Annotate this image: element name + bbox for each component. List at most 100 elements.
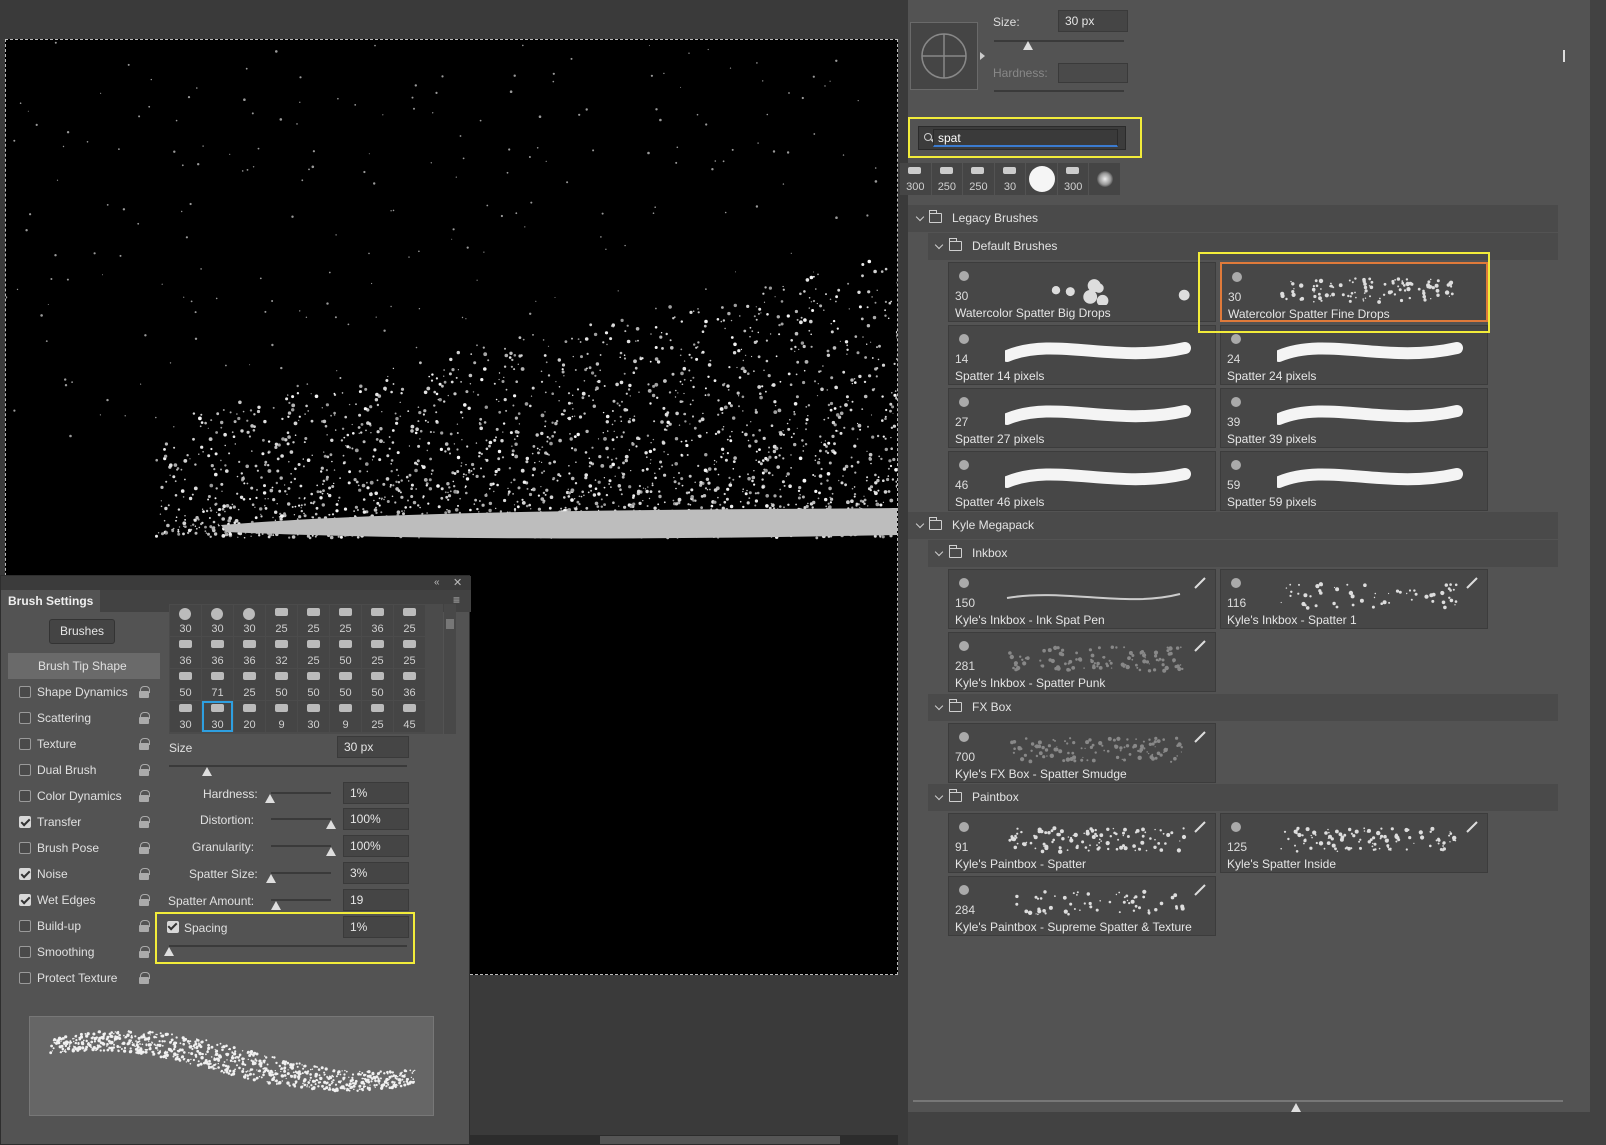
brush-tip[interactable]: 30 [298,701,329,732]
tip-grid-scrollbar[interactable] [444,604,456,734]
option-checkbox[interactable] [19,790,31,802]
brush-tip[interactable]: 50 [362,669,393,700]
option-dual-brush[interactable]: Dual Brush [8,757,160,783]
distortion-slider-thumb[interactable] [326,820,336,829]
brush-tip[interactable]: 25 [266,605,297,636]
lock-icon[interactable] [139,790,150,802]
brush-tip[interactable]: 25 [330,605,361,636]
brush-card[interactable]: 24 Spatter 24 pixels [1220,325,1488,385]
size-slider-track[interactable] [994,40,1124,42]
brush-tip[interactable]: 50 [330,669,361,700]
group-inkbox[interactable]: Inkbox [928,540,1558,567]
brush-card[interactable]: 284 Kyle's Paintbox - Supreme Spatter & T… [948,876,1216,936]
brush-card[interactable]: 30 Watercolor Spatter Big Drops [948,262,1216,322]
spatter-amount-field[interactable]: 19 [343,889,409,911]
brush-card[interactable]: 150 Kyle's Inkbox - Ink Spat Pen [948,569,1216,629]
brush-card[interactable]: 116 Kyle's Inkbox - Spatter 1 [1220,569,1488,629]
brush-tip[interactable]: 25 [234,669,265,700]
option-color-dynamics[interactable]: Color Dynamics [8,783,160,809]
spacing-field[interactable]: 1% [343,916,409,938]
option-protect-texture[interactable]: Protect Texture [8,965,160,991]
distortion-slider-track[interactable] [271,818,331,820]
group-fx-box[interactable]: FX Box [928,694,1558,721]
scrollbar-thumb[interactable] [600,1136,840,1144]
size-field[interactable]: 30 px [1058,10,1128,32]
brush-tip[interactable]: 25 [394,605,425,636]
group-paintbox[interactable]: Paintbox [928,784,1558,811]
recent-brush[interactable]: 30 [994,163,1026,195]
lock-icon[interactable] [139,894,150,906]
spatter-size-field[interactable]: 3% [343,862,409,884]
option-checkbox[interactable] [19,842,31,854]
brush-tip[interactable]: 32 [266,637,297,668]
option-scattering[interactable]: Scattering [8,705,160,731]
granularity-slider-thumb[interactable] [326,847,336,856]
brush-card[interactable]: 27 Spatter 27 pixels [948,388,1216,448]
brush-card[interactable]: 14 Spatter 14 pixels [948,325,1216,385]
brush-tip[interactable]: 45 [394,701,425,732]
brush-tip[interactable]: 25 [362,637,393,668]
option-checkbox[interactable] [19,972,31,984]
option-build-up[interactable]: Build-up [8,913,160,939]
brush-tip[interactable]: 30 [170,701,201,732]
lock-icon[interactable] [139,816,150,828]
brush-tip[interactable]: 36 [202,637,233,668]
option-brush-pose[interactable]: Brush Pose [8,835,160,861]
brush-tip[interactable]: 36 [170,637,201,668]
recent-brush[interactable]: 250 [931,163,963,195]
scrollbar-thumb[interactable] [446,619,454,629]
recent-brush[interactable]: 300 [900,163,931,195]
spacing-slider-track[interactable] [169,945,407,947]
brushes-button[interactable]: Brushes [49,619,115,644]
thumbnail-size-slider-track[interactable] [913,1100,1563,1102]
brush-card[interactable]: 91 Kyle's Paintbox - Spatter [948,813,1216,873]
lock-icon[interactable] [139,712,150,724]
brush-tip[interactable]: 30 [202,701,233,732]
granularity-field[interactable]: 100% [343,835,409,857]
brush-card[interactable]: 59 Spatter 59 pixels [1220,451,1488,511]
option-checkbox[interactable] [19,764,31,776]
brush-card[interactable]: 281 Kyle's Inkbox - Spatter Punk [948,632,1216,692]
brush-tip[interactable]: 50 [170,669,201,700]
option-checkbox[interactable] [19,946,31,958]
lock-icon[interactable] [139,868,150,880]
hardness-field[interactable]: 1% [343,782,409,804]
tab-brush-settings[interactable]: Brush Settings [1,590,101,612]
option-checkbox[interactable] [19,920,31,932]
brush-tip[interactable]: 36 [394,669,425,700]
recent-brush[interactable] [1026,163,1057,195]
brush-tip[interactable]: 9 [266,701,297,732]
lock-icon[interactable] [139,972,150,984]
brush-tip[interactable]: 50 [330,637,361,668]
option-shape-dynamics[interactable]: Shape Dynamics [8,679,160,705]
recent-brush[interactable] [1089,163,1121,195]
brush-tip-preview[interactable] [910,22,978,90]
option-transfer[interactable]: Transfer [8,809,160,835]
brush-tip[interactable]: 71 [202,669,233,700]
option-wet-edges[interactable]: Wet Edges [8,887,160,913]
brush-tip[interactable]: 9 [330,701,361,732]
hardness-slider-thumb[interactable] [265,794,275,803]
brush-tip[interactable]: 30 [202,605,233,636]
close-icon[interactable]: ✕ [453,576,462,590]
group-legacy-brushes[interactable]: Legacy Brushes [908,205,1558,232]
spatter-amount-slider-thumb[interactable] [271,901,281,910]
brush-tip[interactable]: 30 [234,605,265,636]
distortion-field[interactable]: 100% [343,808,409,830]
lock-icon[interactable] [139,686,150,698]
option-checkbox[interactable] [19,686,31,698]
recent-brush[interactable]: 250 [963,163,994,195]
hardness-slider-track[interactable] [994,90,1124,92]
option-checkbox[interactable] [19,868,31,880]
brush-card[interactable]: 700 Kyle's FX Box - Spatter Smudge [948,723,1216,783]
flyout-arrow-icon[interactable] [980,52,985,60]
canvas-scrollbar[interactable] [470,1135,898,1145]
option-checkbox[interactable] [19,894,31,906]
lock-icon[interactable] [139,920,150,932]
option-checkbox[interactable] [19,816,31,828]
brush-tip[interactable]: 25 [298,605,329,636]
size-field[interactable]: 30 px [337,736,409,758]
brush-tip[interactable]: 25 [394,637,425,668]
thumbnail-size-slider-thumb[interactable] [1291,1103,1301,1112]
size-slider-thumb[interactable] [1023,41,1033,50]
